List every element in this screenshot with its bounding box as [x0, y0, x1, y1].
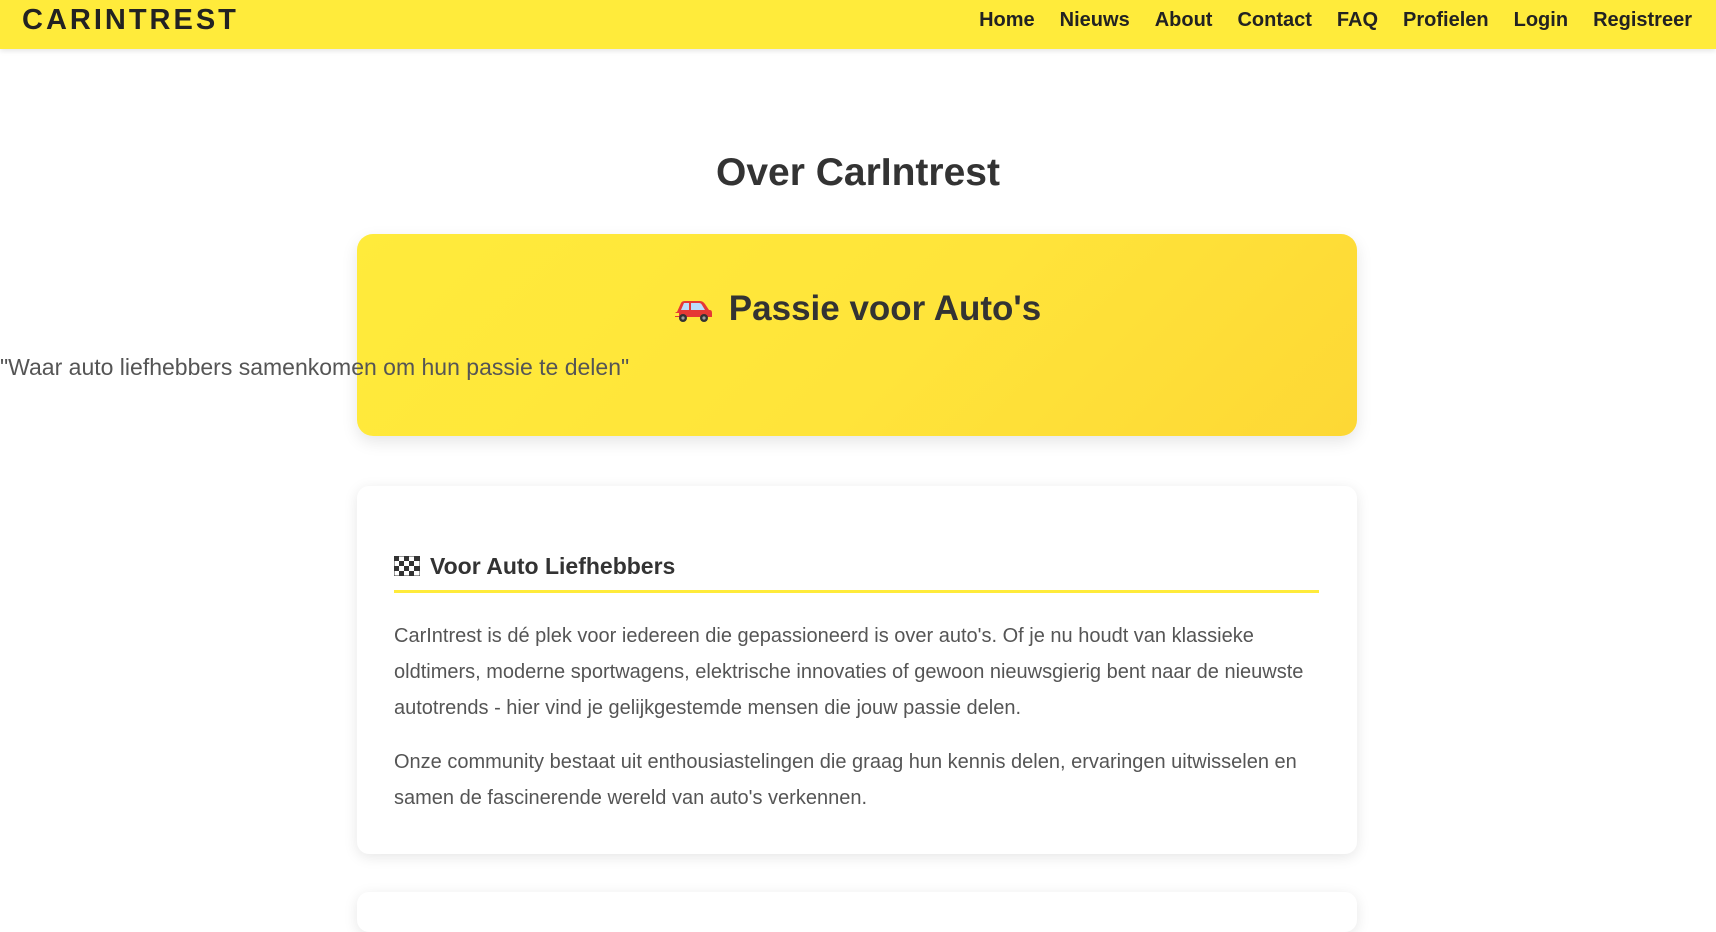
nav-link-profielen[interactable]: Profielen — [1403, 9, 1489, 32]
section-heading: Voor Auto Liefhebbers — [394, 548, 1319, 593]
brand-logo[interactable]: CARINTREST — [22, 2, 239, 38]
car-icon — [674, 301, 712, 322]
section-heading-text: Voor Auto Liefhebbers — [430, 553, 676, 579]
page-title: Over CarIntrest — [716, 151, 1000, 194]
hero-banner: Passie voor Auto's — [357, 234, 1357, 436]
section-paragraph-1: CarIntrest is dé plek voor iedereen die … — [394, 625, 1304, 719]
hero-title-text: Passie voor Auto's — [728, 289, 1042, 328]
nav-link-contact[interactable]: Contact — [1237, 9, 1311, 32]
nav-link-nieuws[interactable]: Nieuws — [1060, 9, 1130, 32]
content-card: Voor Auto Liefhebbers CarIntrest is dé p… — [357, 486, 1357, 854]
hero-quote: "Waar auto liefhebbers samenkomen om hun… — [0, 354, 630, 380]
nav-links: Home Nieuws About Contact FAQ Profielen … — [954, 0, 1692, 40]
nav-link-registreer[interactable]: Registreer — [1593, 9, 1692, 32]
nav-link-login[interactable]: Login — [1514, 9, 1568, 32]
section-paragraph-2: Onze community bestaat uit enthousiastel… — [394, 751, 1297, 809]
nav-link-faq[interactable]: FAQ — [1337, 9, 1378, 32]
hero-title: Passie voor Auto's — [357, 288, 1357, 330]
next-content-card — [357, 892, 1357, 932]
navbar: CARINTREST Home Nieuws About Contact FAQ… — [0, 0, 1716, 49]
nav-link-about[interactable]: About — [1155, 9, 1213, 32]
nav-link-home[interactable]: Home — [979, 9, 1035, 32]
checkered-flag-icon — [394, 556, 420, 576]
